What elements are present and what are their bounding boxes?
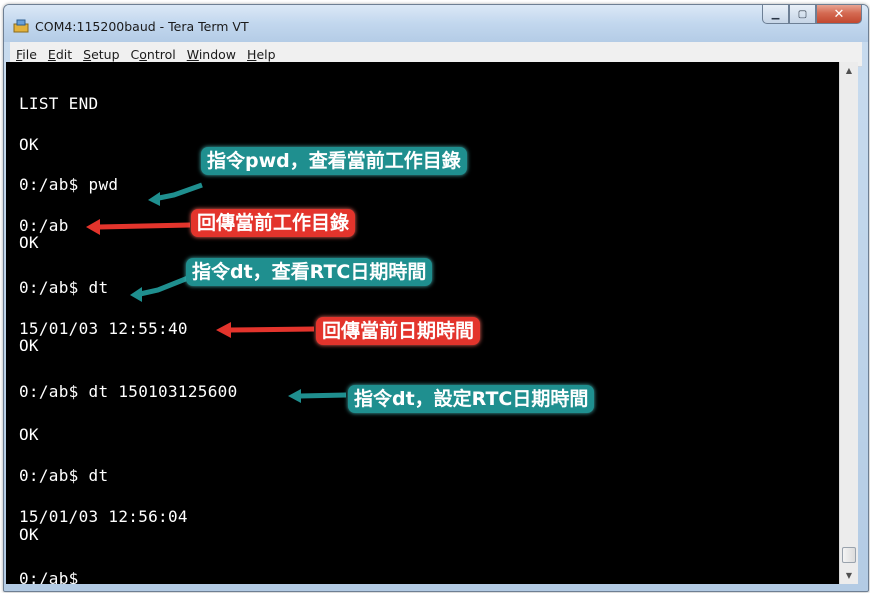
terminal-line: 0:/ab$ — [19, 569, 79, 584]
terminal-line: 0:/ab$ dt 150103125600 — [19, 382, 238, 401]
tera-term-icon — [13, 19, 29, 33]
menu-setup-label: etup — [91, 46, 120, 62]
window-controls: ▁ ▢ ✕ — [762, 5, 862, 25]
terminal-line: OK — [19, 135, 39, 154]
minimize-button[interactable]: ▁ — [762, 5, 789, 24]
maximize-button[interactable]: ▢ — [789, 5, 816, 24]
terminal-line: OK — [19, 525, 39, 544]
menu-edit-accel: E — [47, 46, 56, 62]
terminal-line: 0:/ab$ pwd — [19, 175, 119, 194]
terminal-line: 15/01/03 12:55:40 — [19, 319, 188, 338]
menu-file-label: ile — [22, 46, 37, 62]
menu-setup[interactable]: Setup — [83, 47, 119, 62]
scroll-down-icon[interactable]: ▼ — [840, 567, 858, 584]
menu-edit[interactable]: Edit — [48, 47, 72, 62]
vertical-scrollbar[interactable]: ▲ ▼ — [839, 62, 858, 584]
menu-window-label: indow — [198, 46, 237, 62]
terminal-line: OK — [19, 425, 39, 444]
menu-file[interactable]: File — [16, 47, 37, 62]
annotation-dt-command: 指令dt，查看RTC日期時間 — [186, 258, 433, 286]
menu-control-label: ntrol — [146, 46, 176, 62]
window-title: COM4:115200baud - Tera Term VT — [35, 19, 249, 34]
terminal-line: LIST END — [19, 94, 99, 113]
terminal-line: OK — [19, 233, 39, 252]
menu-help[interactable]: Help — [247, 47, 276, 62]
close-button[interactable]: ✕ — [816, 5, 862, 24]
terminal-line: 15/01/03 12:56:04 — [19, 507, 188, 526]
terminal-screen[interactable]: LIST END OK 0:/ab$ pwd 0:/ab OK 0:/ab$ d… — [6, 62, 839, 584]
menu-control[interactable]: Control — [131, 47, 176, 62]
menu-window[interactable]: Window — [187, 47, 236, 62]
scroll-up-icon[interactable]: ▲ — [840, 62, 858, 79]
scrollbar-thumb[interactable] — [842, 547, 856, 563]
annotation-pwd-result: 回傳當前工作目錄 — [191, 209, 356, 237]
annotation-arrow-pwd-result — [86, 219, 191, 235]
annotation-pwd-command: 指令pwd，查看當前工作目錄 — [201, 147, 467, 175]
menu-edit-label: dit — [55, 46, 73, 62]
annotation-arrow-dt — [130, 275, 189, 302]
annotation-dt-set: 指令dt，設定RTC日期時間 — [348, 385, 595, 413]
terminal-line: 0:/ab$ dt — [19, 466, 109, 485]
menu-control-pre: C — [130, 46, 140, 62]
annotation-arrow-dt-result — [216, 322, 315, 338]
menu-help-label: elp — [256, 46, 276, 62]
terminal-line: 0:/ab$ dt — [19, 278, 109, 297]
menu-window-accel: W — [186, 46, 199, 62]
title-bar[interactable]: COM4:115200baud - Tera Term VT ▁ ▢ ✕ — [4, 5, 868, 42]
menu-control-accel: o — [139, 46, 147, 62]
menu-setup-accel: S — [83, 46, 92, 62]
terminal-line: OK — [19, 336, 39, 355]
annotation-dt-result: 回傳當前日期時間 — [316, 317, 481, 345]
annotation-arrow-dt-set — [288, 389, 347, 403]
terminal-line: 0:/ab — [19, 216, 69, 235]
